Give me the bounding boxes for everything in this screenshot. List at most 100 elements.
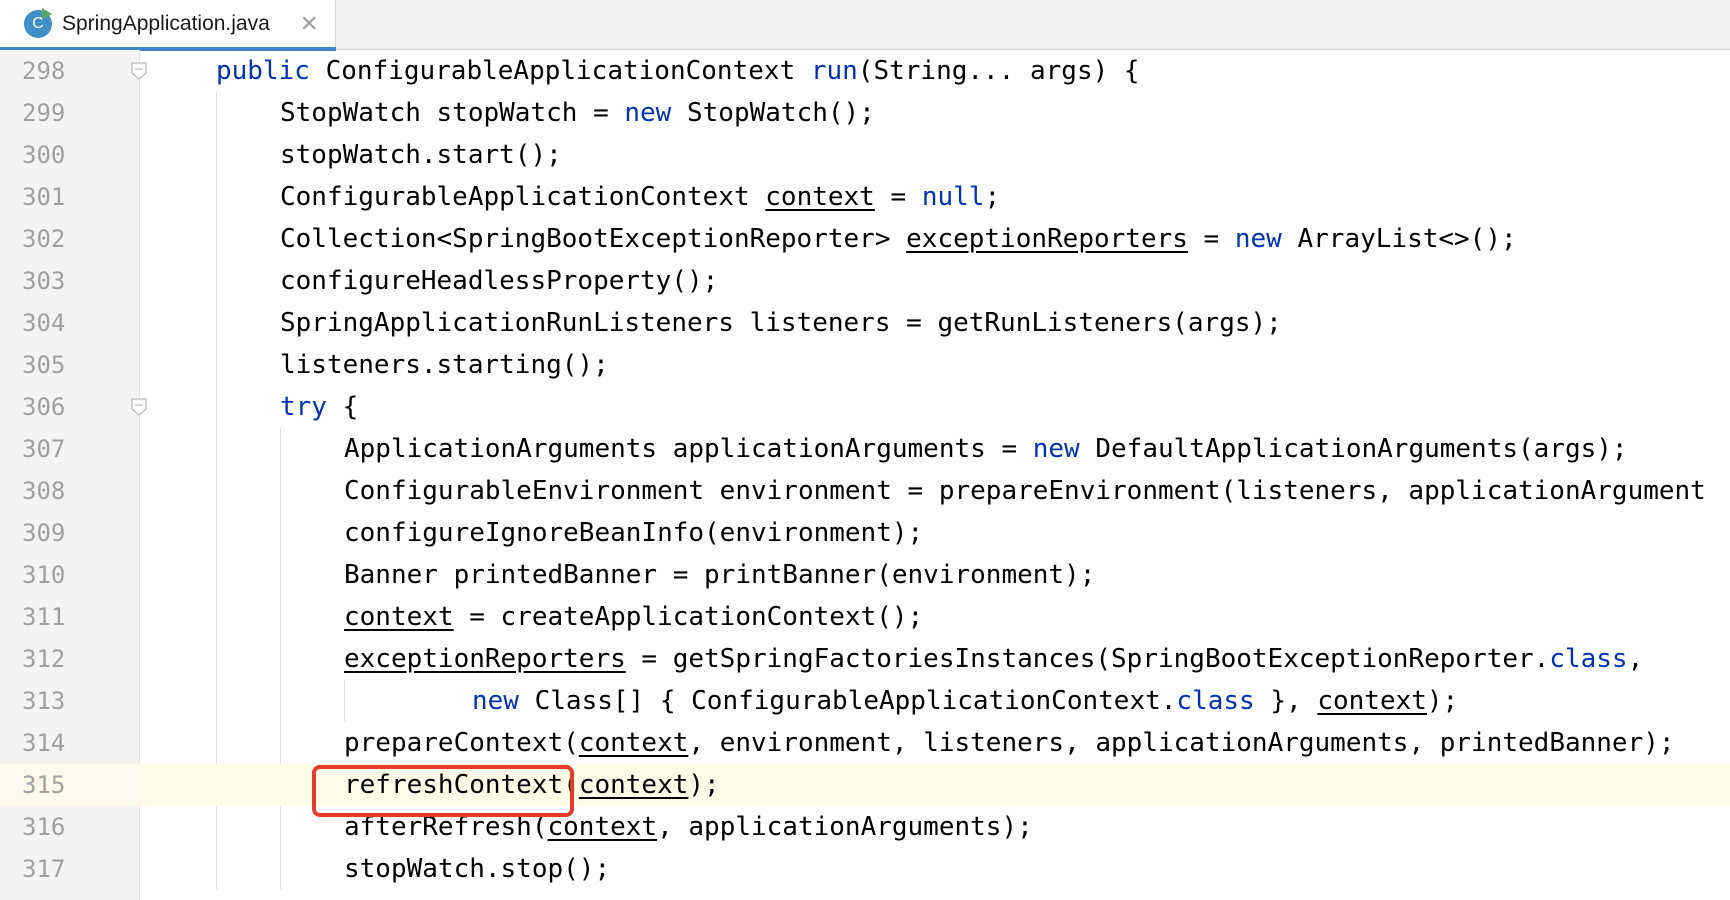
code-text: listeners.starting();	[280, 344, 609, 386]
keyword-token: public	[216, 56, 310, 86]
code-token: ApplicationArguments applicationArgument…	[344, 434, 1033, 464]
line-number[interactable]: 315	[0, 764, 140, 806]
code-line[interactable]: 316 afterRefresh(context, applicationArgu…	[0, 806, 1730, 848]
code-token: stopWatch.start();	[280, 140, 562, 170]
code-line[interactable]: 299 StopWatch stopWatch = new StopWatch()…	[0, 92, 1730, 134]
code-text: public ConfigurableApplicationContext ru…	[216, 50, 1140, 92]
field-token: context	[344, 602, 454, 632]
code-text: ConfigurableEnvironment environment = pr…	[344, 470, 1706, 512]
keyword-token: new	[1234, 224, 1282, 254]
field-token: exceptionReporters	[906, 224, 1188, 254]
code-line[interactable]: 313 new Class[] { ConfigurableApplication…	[0, 680, 1730, 722]
code-token: ;	[984, 182, 1001, 212]
code-line[interactable]: 305 listeners.starting();	[0, 344, 1730, 386]
close-icon[interactable]: ✕	[300, 0, 318, 48]
code-line[interactable]: 300 stopWatch.start();	[0, 134, 1730, 176]
code-token: configureIgnoreBeanInfo(environment);	[344, 518, 924, 548]
code-line[interactable]: 306 try {	[0, 386, 1730, 428]
code-token: Collection<SpringBootExceptionReporter>	[280, 224, 907, 254]
code-line[interactable]: 301 ConfigurableApplicationContext contex…	[0, 176, 1730, 218]
code-token: prepareContext(	[344, 728, 579, 758]
code-line[interactable]: 298 public ConfigurableApplicationContext…	[0, 50, 1730, 92]
highlight-annotation-box	[312, 765, 574, 817]
line-number[interactable]: 300	[0, 134, 140, 176]
code-token: StopWatch();	[671, 98, 875, 128]
line-number[interactable]: 299	[0, 92, 140, 134]
code-text: stopWatch.start();	[280, 134, 562, 176]
line-number[interactable]: 304	[0, 302, 140, 344]
code-token: {	[326, 392, 359, 422]
code-line[interactable]: 314 prepareContext(context, environment, …	[0, 722, 1730, 764]
code-token: StopWatch stopWatch =	[280, 98, 625, 128]
code-token: Class[] { ConfigurableApplicationContext…	[518, 686, 1177, 716]
code-line[interactable]: 311 context = createApplicationContext();	[0, 596, 1730, 638]
tab-title: SpringApplication.java	[62, 12, 270, 35]
code-token: =	[874, 182, 922, 212]
code-token: SpringApplicationRunListeners listeners …	[280, 308, 1282, 338]
code-text: StopWatch stopWatch = new StopWatch();	[280, 92, 875, 134]
code-text: ApplicationArguments applicationArgument…	[344, 428, 1628, 470]
editor-tab-bar: C SpringApplication.java ✕	[0, 0, 1730, 51]
code-token: ConfigurableApplicationContext	[280, 182, 766, 212]
code-line[interactable]: 304 SpringApplicationRunListeners listene…	[0, 302, 1730, 344]
line-number[interactable]: 316	[0, 806, 140, 848]
line-number[interactable]: 312	[0, 638, 140, 680]
code-token: stopWatch.stop();	[344, 854, 611, 884]
code-token: DefaultApplicationArguments(args);	[1079, 434, 1628, 464]
code-text: ConfigurableApplicationContext context =…	[280, 176, 1000, 218]
code-text: configureIgnoreBeanInfo(environment);	[344, 512, 923, 554]
field-token: context	[578, 728, 689, 758]
line-number[interactable]: 317	[0, 848, 140, 890]
code-text: new Class[] { ConfigurableApplicationCon…	[472, 680, 1458, 722]
code-line[interactable]: 310 Banner printedBanner = printBanner(en…	[0, 554, 1730, 596]
fold-marker-icon[interactable]	[131, 62, 147, 80]
code-token: (String... args) {	[857, 56, 1140, 86]
code-token: },	[1254, 686, 1318, 716]
code-line[interactable]: 307 ApplicationArguments applicationArgum…	[0, 428, 1730, 470]
fold-marker-icon[interactable]	[131, 398, 147, 416]
code-text: SpringApplicationRunListeners listeners …	[280, 302, 1282, 344]
code-line[interactable]: 312 exceptionReporters = getSpringFactori…	[0, 638, 1730, 680]
line-number[interactable]: 303	[0, 260, 140, 302]
line-number[interactable]: 313	[0, 680, 140, 722]
line-number[interactable]: 307	[0, 428, 140, 470]
code-line[interactable]: 309 configureIgnoreBeanInfo(environment);	[0, 512, 1730, 554]
line-number[interactable]: 298	[0, 50, 140, 92]
line-number[interactable]: 308	[0, 470, 140, 512]
code-token: listeners.starting();	[280, 350, 609, 380]
line-number[interactable]: 314	[0, 722, 140, 764]
code-token: ,	[1627, 644, 1644, 674]
field-token: context	[1317, 686, 1427, 716]
code-token: configureHeadlessProperty();	[280, 266, 719, 296]
keyword-token: null	[921, 182, 985, 212]
code-line[interactable]: 317 stopWatch.stop();	[0, 848, 1730, 890]
code-line[interactable]: 303 configureHeadlessProperty();	[0, 260, 1730, 302]
line-number[interactable]: 305	[0, 344, 140, 386]
code-text: configureHeadlessProperty();	[280, 260, 718, 302]
line-number[interactable]: 306	[0, 386, 140, 428]
line-number[interactable]: 309	[0, 512, 140, 554]
code-line[interactable]: 315 refreshContext(context);	[0, 764, 1730, 806]
code-token: =	[1187, 224, 1235, 254]
code-token: Banner printedBanner = printBanner(envir…	[344, 560, 1096, 590]
code-text: prepareContext(context, environment, lis…	[344, 722, 1675, 764]
keyword-token: new	[624, 98, 672, 128]
code-line[interactable]: 308 ConfigurableEnvironment environment =…	[0, 470, 1730, 512]
code-line[interactable]: 302 Collection<SpringBootExceptionReporte…	[0, 218, 1730, 260]
line-number[interactable]: 310	[0, 554, 140, 596]
field-token: exceptionReporters	[344, 644, 626, 674]
code-editor[interactable]: 298 public ConfigurableApplicationContext…	[0, 50, 1730, 900]
code-text: Banner printedBanner = printBanner(envir…	[344, 554, 1095, 596]
line-number[interactable]: 301	[0, 176, 140, 218]
line-number[interactable]: 302	[0, 218, 140, 260]
line-number[interactable]: 311	[0, 596, 140, 638]
code-token: );	[688, 770, 720, 800]
code-token: = getSpringFactoriesInstances(SpringBoot…	[625, 644, 1550, 674]
code-text: try {	[280, 386, 358, 428]
code-token: ConfigurableEnvironment environment = pr…	[344, 476, 1706, 506]
code-token: , environment, listeners, applicationArg…	[688, 728, 1675, 758]
code-token: ArrayList<>();	[1281, 224, 1517, 254]
tab-spring-application-java[interactable]: C SpringApplication.java ✕	[0, 0, 336, 51]
code-token: ConfigurableApplicationContext	[309, 56, 811, 86]
runnable-badge-icon	[42, 8, 52, 20]
